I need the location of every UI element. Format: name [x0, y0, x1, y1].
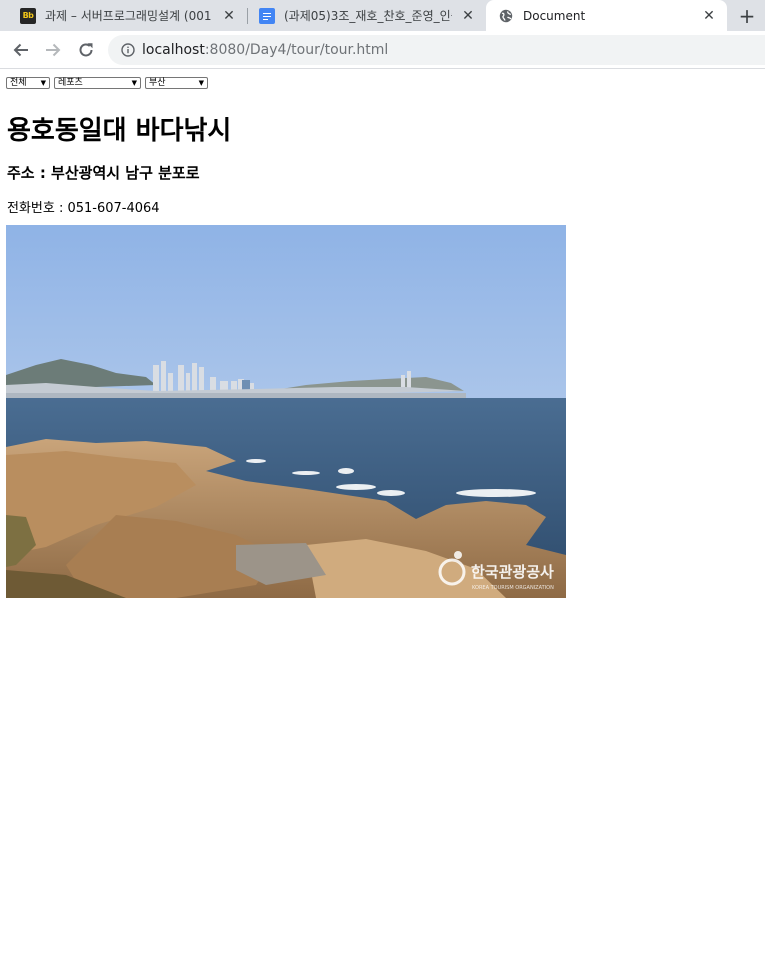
type-select[interactable]: 레포츠 ▼	[54, 77, 141, 89]
watermark-text: 한국관광공사	[471, 563, 554, 581]
tab-strip: Bb 과제 – 서버프로그래밍설계 (001 ✕ (과제05)3조_재호_찬호_…	[0, 0, 765, 31]
dropdown-arrow-icon: ▼	[131, 79, 137, 87]
google-docs-icon	[259, 7, 275, 24]
close-tab-icon[interactable]: ✕	[219, 6, 239, 26]
region-select-value: 부산	[149, 78, 166, 88]
place-photo: 한국관광공사 KOREA TOURISM ORGANIZATION	[6, 225, 566, 598]
dropdown-arrow-icon: ▼	[40, 79, 46, 87]
type-select-value: 레포츠	[58, 78, 83, 88]
url-path: :8080/Day4/tour/tour.html	[204, 42, 389, 58]
reload-button[interactable]	[72, 36, 100, 64]
tab-title: Document	[523, 8, 586, 23]
info-icon[interactable]	[121, 43, 135, 57]
back-arrow-icon	[13, 43, 28, 57]
tab-title: (과제05)3조_재호_찬호_준영_인증	[284, 9, 452, 23]
tab-title: 과제 – 서버프로그래밍설계 (001	[45, 9, 212, 23]
new-tab-button[interactable]: +	[733, 3, 761, 29]
back-button[interactable]	[7, 36, 35, 64]
globe-icon	[498, 8, 514, 24]
browser-toolbar: localhost:8080/Day4/tour/tour.html	[0, 31, 765, 69]
blackboard-icon: Bb	[20, 7, 36, 24]
url-text: localhost:8080/Day4/tour/tour.html	[142, 42, 388, 58]
forward-arrow-icon	[46, 43, 61, 57]
region-select[interactable]: 부산 ▼	[145, 77, 208, 89]
category-select[interactable]: 전체 ▼	[6, 77, 50, 89]
close-tab-icon[interactable]: ✕	[699, 6, 719, 26]
dropdown-arrow-icon: ▼	[198, 79, 204, 87]
tab-assignment[interactable]: Bb 과제 – 서버프로그래밍설계 (001 ✕	[8, 0, 247, 31]
place-title: 용호동일대 바다낚시	[7, 116, 232, 146]
place-phone: 전화번호 : 051-607-4064	[7, 201, 160, 216]
watermark-subtext: KOREA TOURISM ORGANIZATION	[472, 585, 554, 591]
category-select-value: 전체	[10, 78, 27, 88]
filter-bar: 전체 ▼ 레포츠 ▼ 부산 ▼	[6, 77, 212, 89]
forward-button[interactable]	[39, 36, 67, 64]
tab-google-doc[interactable]: (과제05)3조_재호_찬호_준영_인증 ✕	[247, 0, 486, 31]
url-host: localhost	[142, 42, 205, 58]
place-address: 주소 : 부산광역시 남구 분포로	[7, 164, 200, 182]
tab-document-active[interactable]: Document ✕	[486, 0, 727, 31]
reload-icon	[79, 43, 93, 57]
address-bar[interactable]: localhost:8080/Day4/tour/tour.html	[108, 35, 765, 65]
close-tab-icon[interactable]: ✕	[458, 6, 478, 26]
